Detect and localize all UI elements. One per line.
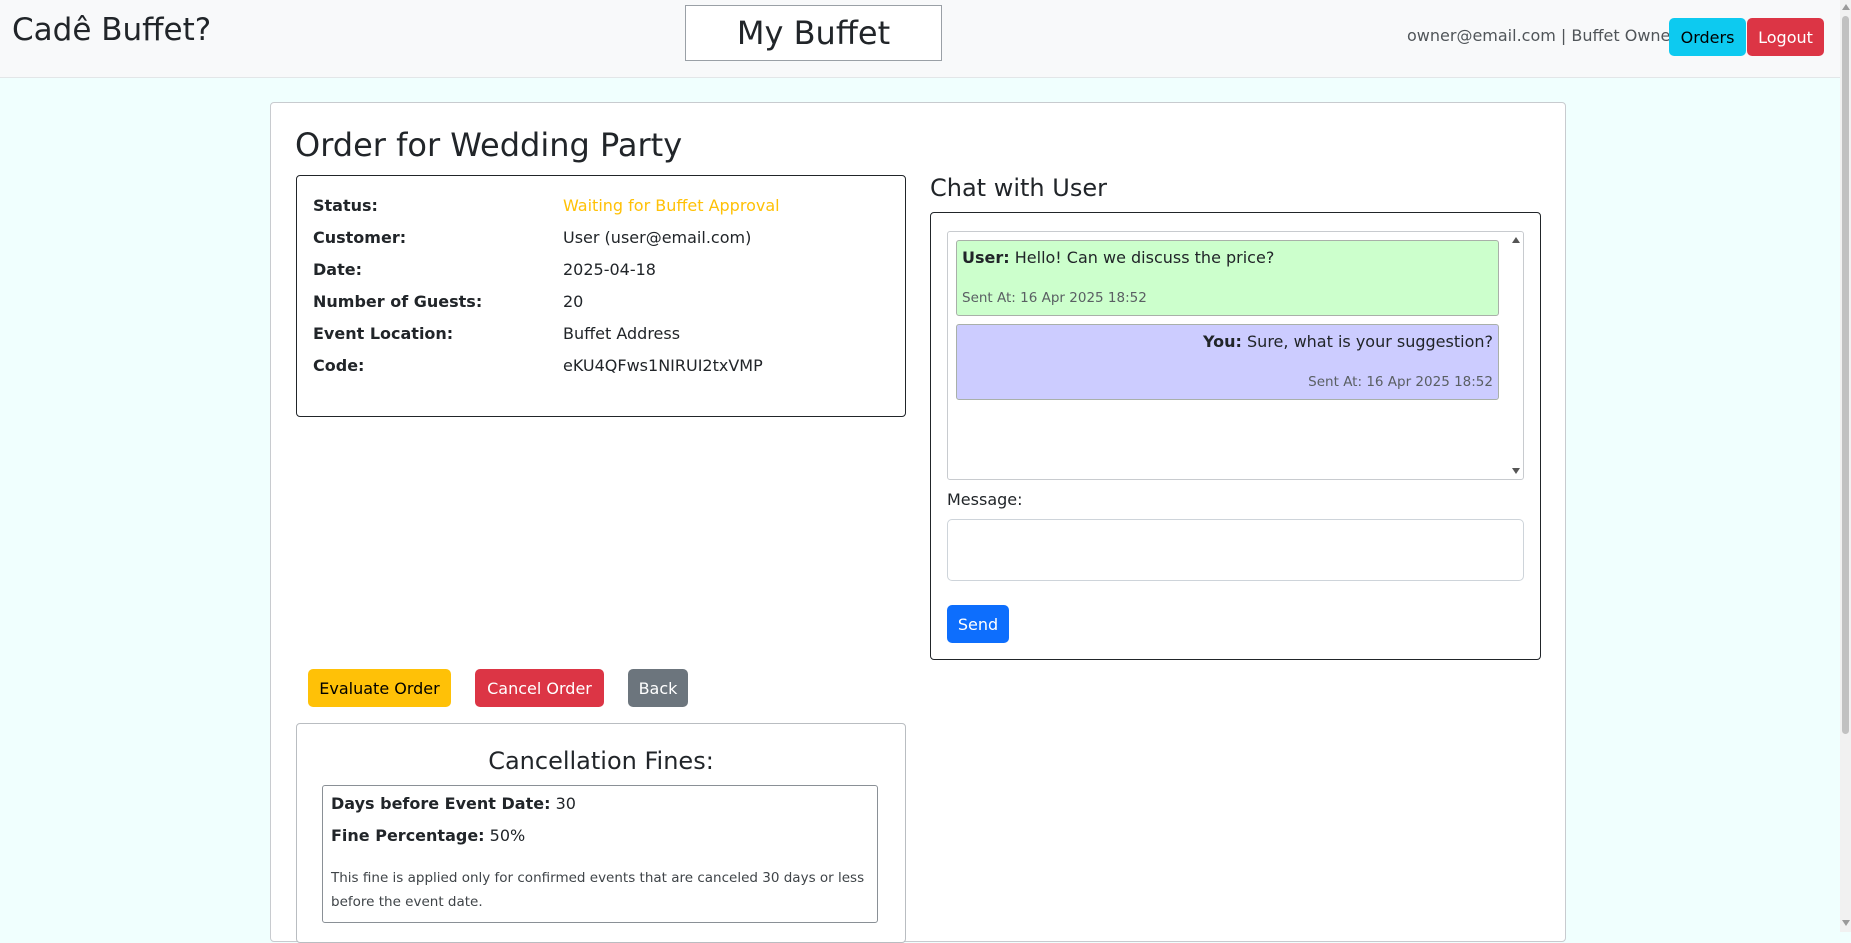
fine-percentage: Fine Percentage: 50% — [331, 826, 525, 845]
message-item: You: Sure, what is your suggestion? Sent… — [956, 324, 1499, 400]
message-body: Hello! Can we discuss the price? — [1009, 248, 1275, 267]
send-button[interactable]: Send — [947, 605, 1009, 643]
message-author: You: — [1203, 332, 1242, 351]
fines-title: Cancellation Fines: — [488, 747, 714, 775]
user-info: owner@email.com | Buffet Owner — [1407, 26, 1677, 45]
messages-scrollbar[interactable] — [1509, 232, 1523, 479]
message-text: You: Sure, what is your suggestion? — [1203, 332, 1493, 351]
page-scrollbar[interactable] — [1840, 0, 1851, 932]
date-value: 2025-04-18 — [563, 260, 656, 279]
evaluate-order-button[interactable]: Evaluate Order — [308, 669, 451, 707]
order-details: Status: Waiting for Buffet Approval Cust… — [296, 175, 906, 417]
scrollbar-thumb[interactable] — [1842, 16, 1849, 734]
message-timestamp: Sent At: 16 Apr 2025 18:52 — [962, 290, 1147, 306]
status-value: Waiting for Buffet Approval — [563, 196, 780, 215]
message-label: Message: — [947, 490, 1023, 509]
messages-list[interactable]: User: Hello! Can we discuss the price? S… — [947, 231, 1524, 480]
chat-panel: User: Hello! Can we discuss the price? S… — [930, 212, 1541, 660]
fine-card: Days before Event Date: 30 Fine Percenta… — [322, 785, 878, 923]
fine-days: Days before Event Date: 30 — [331, 794, 576, 813]
scroll-up-icon[interactable] — [1842, 4, 1850, 10]
message-body: Sure, what is your suggestion? — [1241, 332, 1493, 351]
logout-button[interactable]: Logout — [1747, 18, 1824, 56]
my-buffet-link[interactable]: My Buffet — [685, 5, 942, 61]
fine-note: This fine is applied only for confirmed … — [331, 870, 865, 910]
fine-percentage-label: Fine Percentage: — [331, 826, 485, 845]
back-button[interactable]: Back — [628, 669, 688, 707]
page-title: Order for Wedding Party — [295, 126, 683, 164]
fine-percentage-value: 50% — [484, 826, 526, 845]
message-input[interactable] — [947, 519, 1524, 581]
chat-title: Chat with User — [930, 174, 1107, 202]
location-value: Buffet Address — [563, 324, 681, 343]
scroll-up-icon[interactable] — [1512, 237, 1520, 243]
message-text: User: Hello! Can we discuss the price? — [962, 248, 1274, 267]
orders-button[interactable]: Orders — [1669, 18, 1746, 56]
message-timestamp: Sent At: 16 Apr 2025 18:52 — [1308, 374, 1493, 390]
scroll-down-icon[interactable] — [1842, 920, 1850, 926]
brand-logo[interactable]: Cadê Buffet? — [12, 12, 211, 48]
customer-value: User (user@email.com) — [563, 228, 752, 247]
code-value: eKU4QFws1NIRUI2txVMP — [563, 356, 763, 375]
detail-label: Number of Guests: — [313, 292, 483, 311]
detail-label: Status: — [313, 196, 378, 215]
detail-label: Customer: — [313, 228, 407, 247]
detail-label: Code: — [313, 356, 365, 375]
detail-label: Date: — [313, 260, 362, 279]
fine-days-value: 30 — [550, 794, 576, 813]
guests-value: 20 — [563, 292, 584, 311]
cancel-order-button[interactable]: Cancel Order — [475, 669, 604, 707]
detail-label: Event Location: — [313, 324, 454, 343]
navbar: Cadê Buffet? My Buffet owner@email.com |… — [0, 0, 1840, 78]
message-item: User: Hello! Can we discuss the price? S… — [956, 240, 1499, 316]
cancellation-fines: Cancellation Fines: Days before Event Da… — [296, 723, 906, 943]
message-author: User: — [962, 248, 1010, 267]
scroll-down-icon[interactable] — [1512, 468, 1520, 474]
fine-days-label: Days before Event Date: — [331, 794, 551, 813]
